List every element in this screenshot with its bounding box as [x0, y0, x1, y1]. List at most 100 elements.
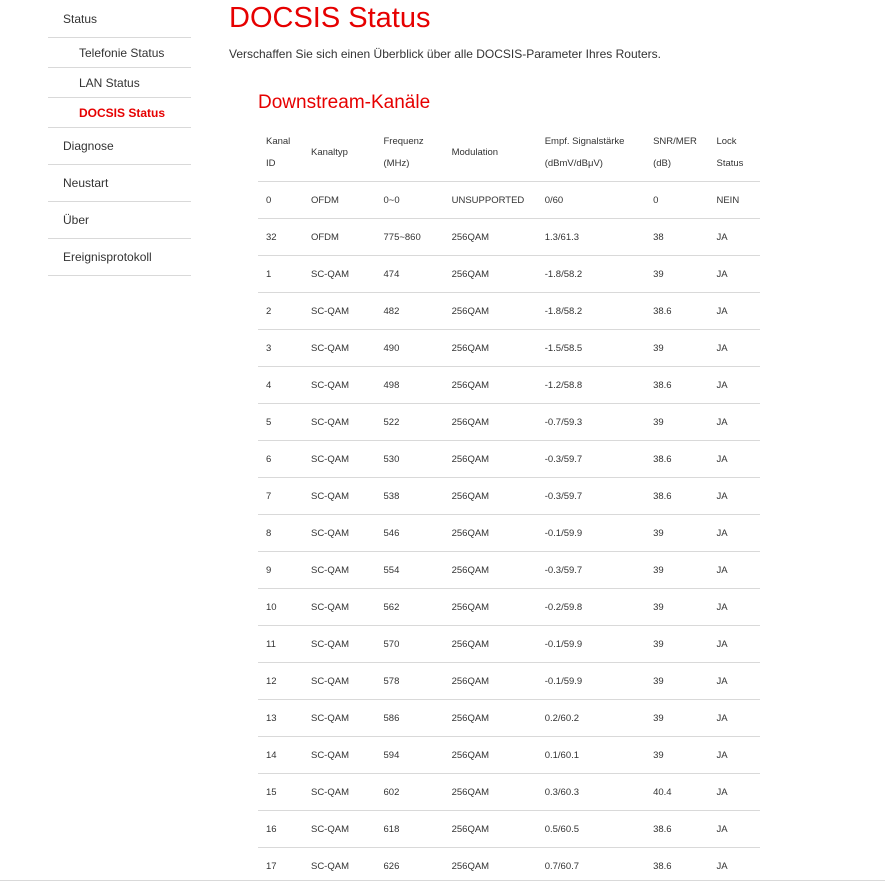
cell-frequenz: 530: [375, 440, 444, 478]
cell-signalstaerke: -0.1/59.9: [536, 625, 646, 663]
cell-frequenz: 618: [375, 810, 444, 848]
cell-lock-status: JA: [708, 847, 760, 882]
sidebar-item-ereignisprotokoll[interactable]: Ereignisprotokoll: [48, 239, 191, 276]
cell-signalstaerke: 0.7/60.7: [536, 847, 646, 882]
header-snr-mer: SNR/MER (dB): [645, 125, 709, 182]
cell-lock-status: JA: [708, 292, 760, 330]
cell-frequenz: 474: [375, 255, 444, 293]
cell-signalstaerke: -1.8/58.2: [536, 255, 646, 293]
table-row: 7 SC-QAM 538 256QAM -0.3/59.7 38.6 JA: [258, 477, 760, 515]
cell-modulation: 256QAM: [443, 736, 537, 774]
cell-modulation: 256QAM: [443, 403, 537, 441]
header-modulation: Modulation: [443, 125, 537, 182]
table-row: 13 SC-QAM 586 256QAM 0.2/60.2 39 JA: [258, 699, 760, 737]
cell-kanal-id: 3: [258, 329, 303, 367]
table-row: 2 SC-QAM 482 256QAM -1.8/58.2 38.6 JA: [258, 292, 760, 330]
cell-signalstaerke: 0/60: [536, 181, 646, 219]
cell-snr-mer: 39: [645, 699, 709, 737]
cell-snr-mer: 39: [645, 255, 709, 293]
cell-modulation: 256QAM: [443, 255, 537, 293]
page-title: DOCSIS Status: [229, 2, 431, 34]
cell-snr-mer: 38.6: [645, 440, 709, 478]
cell-frequenz: 482: [375, 292, 444, 330]
cell-snr-mer: 39: [645, 736, 709, 774]
cell-kanaltyp: SC-QAM: [302, 514, 376, 552]
cell-lock-status: JA: [708, 255, 760, 293]
cell-kanal-id: 9: [258, 551, 303, 589]
cell-frequenz: 498: [375, 366, 444, 404]
sidebar-item-diagnose[interactable]: Diagnose: [48, 128, 191, 165]
cell-signalstaerke: 0.2/60.2: [536, 699, 646, 737]
section-title-downstream: Downstream-Kanäle: [258, 92, 431, 113]
cell-lock-status: JA: [708, 218, 760, 256]
cell-snr-mer: 38.6: [645, 366, 709, 404]
cell-kanaltyp: SC-QAM: [302, 773, 376, 811]
cell-kanaltyp: SC-QAM: [302, 588, 376, 626]
cell-kanal-id: 10: [258, 588, 303, 626]
cell-kanaltyp: SC-QAM: [302, 625, 376, 663]
sidebar-item-status[interactable]: Status: [48, 0, 191, 38]
cell-lock-status: JA: [708, 662, 760, 700]
sidebar-item-neustart[interactable]: Neustart: [48, 165, 191, 202]
header-signalstaerke: Empf. Signalstärke (dBmV/dBμV): [536, 125, 646, 182]
cell-snr-mer: 38.6: [645, 847, 709, 882]
cell-modulation: 256QAM: [443, 810, 537, 848]
cell-frequenz: 554: [375, 551, 444, 589]
cell-kanal-id: 6: [258, 440, 303, 478]
cell-snr-mer: 39: [645, 551, 709, 589]
table-header-row: Kanal ID Kanaltyp Frequenz (MHz) Modulatio…: [258, 125, 760, 182]
cell-modulation: 256QAM: [443, 588, 537, 626]
cell-kanaltyp: SC-QAM: [302, 403, 376, 441]
cell-modulation: 256QAM: [443, 292, 537, 330]
sidebar-item-telefonie-status[interactable]: Telefonie Status: [48, 38, 191, 68]
header-lock-status: Lock Status: [708, 125, 760, 182]
cell-snr-mer: 39: [645, 662, 709, 700]
cell-signalstaerke: -0.2/59.8: [536, 588, 646, 626]
cell-modulation: 256QAM: [443, 773, 537, 811]
cell-snr-mer: 40.4: [645, 773, 709, 811]
cell-frequenz: 602: [375, 773, 444, 811]
cell-kanal-id: 16: [258, 810, 303, 848]
cell-kanal-id: 32: [258, 218, 303, 256]
cell-signalstaerke: -0.3/59.7: [536, 440, 646, 478]
cell-lock-status: JA: [708, 773, 760, 811]
cell-lock-status: JA: [708, 514, 760, 552]
cell-frequenz: 490: [375, 329, 444, 367]
table-row: 11 SC-QAM 570 256QAM -0.1/59.9 39 JA: [258, 625, 760, 663]
cell-kanaltyp: SC-QAM: [302, 366, 376, 404]
cell-signalstaerke: -1.8/58.2: [536, 292, 646, 330]
sidebar-item-uber[interactable]: Über: [48, 202, 191, 239]
table-row: 32 OFDM 775~860 256QAM 1.3/61.3 38 JA: [258, 218, 760, 256]
cell-modulation: 256QAM: [443, 329, 537, 367]
cell-signalstaerke: -0.7/59.3: [536, 403, 646, 441]
table-row: 15 SC-QAM 602 256QAM 0.3/60.3 40.4 JA: [258, 773, 760, 811]
cell-signalstaerke: 1.3/61.3: [536, 218, 646, 256]
cell-lock-status: JA: [708, 366, 760, 404]
cell-kanal-id: 17: [258, 847, 303, 882]
cell-modulation: 256QAM: [443, 847, 537, 882]
cell-kanaltyp: SC-QAM: [302, 477, 376, 515]
cell-frequenz: 562: [375, 588, 444, 626]
cell-kanal-id: 1: [258, 255, 303, 293]
cell-kanal-id: 14: [258, 736, 303, 774]
cell-kanal-id: 0: [258, 181, 303, 219]
cell-kanal-id: 4: [258, 366, 303, 404]
table-row: 0 OFDM 0~0 UNSUPPORTED 0/60 0 NEIN: [258, 181, 760, 219]
cell-snr-mer: 38.6: [645, 477, 709, 515]
cell-lock-status: JA: [708, 551, 760, 589]
cell-frequenz: 594: [375, 736, 444, 774]
cell-signalstaerke: 0.3/60.3: [536, 773, 646, 811]
cell-signalstaerke: -0.3/59.7: [536, 551, 646, 589]
sidebar-item-lan-status[interactable]: LAN Status: [48, 68, 191, 98]
table-row: 8 SC-QAM 546 256QAM -0.1/59.9 39 JA: [258, 514, 760, 552]
cell-signalstaerke: -1.2/58.8: [536, 366, 646, 404]
cell-kanaltyp: SC-QAM: [302, 551, 376, 589]
cell-frequenz: 522: [375, 403, 444, 441]
sidebar-item-docsis-status[interactable]: DOCSIS Status: [48, 98, 191, 128]
cell-frequenz: 586: [375, 699, 444, 737]
cell-kanal-id: 15: [258, 773, 303, 811]
table-row: 16 SC-QAM 618 256QAM 0.5/60.5 38.6 JA: [258, 810, 760, 848]
cell-kanaltyp: SC-QAM: [302, 662, 376, 700]
cell-kanal-id: 7: [258, 477, 303, 515]
cell-snr-mer: 39: [645, 625, 709, 663]
